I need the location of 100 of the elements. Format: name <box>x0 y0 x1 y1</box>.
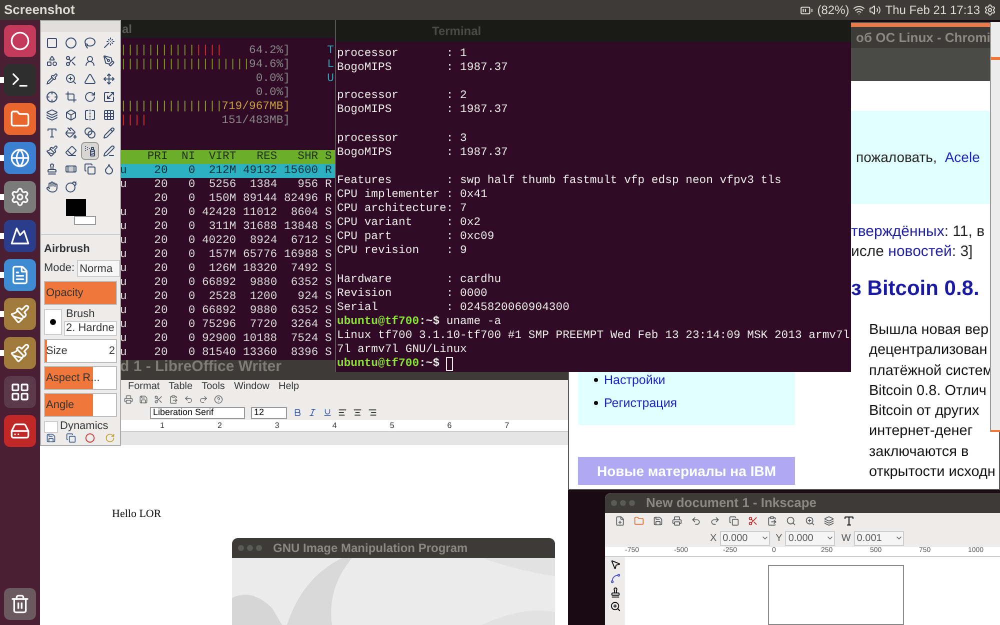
launcher-item[interactable] <box>4 25 36 57</box>
undo-icon[interactable] <box>184 394 193 404</box>
launcher-item[interactable] <box>4 64 36 96</box>
scissors-icon[interactable] <box>154 394 163 404</box>
process-row[interactable]: u 20 0 66892 9880 6352 S <box>120 276 336 290</box>
italic-icon[interactable] <box>308 408 317 417</box>
number-field[interactable]: 0.000 <box>785 530 836 546</box>
copy-icon[interactable] <box>729 516 739 526</box>
align-right-icon[interactable] <box>368 408 377 417</box>
process-row[interactable]: u 20 0 66892 9880 6352 S <box>120 304 336 318</box>
process-row[interactable]: u 20 0 2528 1200 924 S <box>120 290 336 304</box>
launcher-item[interactable] <box>4 259 36 291</box>
launcher-item[interactable] <box>4 103 36 135</box>
table-cell: u <box>120 165 127 177</box>
launcher-item[interactable] <box>4 181 36 213</box>
menu-item[interactable]: Window <box>234 379 270 394</box>
zoom-in-icon[interactable] <box>805 516 815 526</box>
column-header[interactable]: VIRT <box>195 150 236 164</box>
slider[interactable]: Opacity <box>44 281 117 305</box>
window-title: al <box>122 22 132 36</box>
menu-link[interactable]: Настройки <box>604 371 666 390</box>
print-icon[interactable] <box>124 394 133 404</box>
column-header[interactable]: SHR <box>277 150 318 164</box>
number-field[interactable]: 0.000 <box>720 530 770 546</box>
column-header[interactable]: RES <box>236 150 278 164</box>
type-icon[interactable] <box>843 514 855 527</box>
layers-icon[interactable] <box>824 516 834 526</box>
zoom-icon[interactable] <box>610 601 620 612</box>
table-cell: S <box>324 319 332 331</box>
launcher-item[interactable] <box>4 298 36 330</box>
stats-link[interactable]: тверждённых <box>851 223 944 240</box>
scissors-icon <box>65 55 78 68</box>
launcher-item[interactable] <box>4 337 36 369</box>
process-row[interactable]: u 20 0 157M 65776 16988 S <box>120 248 336 262</box>
slider[interactable]: Angle <box>44 393 117 417</box>
column-header[interactable]: NI <box>168 150 196 164</box>
eraser-icon <box>65 145 78 158</box>
new-file-icon[interactable] <box>615 516 625 526</box>
menu-item[interactable]: Table <box>168 379 193 394</box>
align-center-icon[interactable] <box>353 408 362 417</box>
underline-icon[interactable] <box>323 408 332 417</box>
copy-icon[interactable] <box>66 433 76 443</box>
column-header[interactable]: S <box>318 150 332 164</box>
redo-icon[interactable] <box>710 516 720 526</box>
triangle-icon <box>84 73 96 86</box>
launcher-item[interactable] <box>4 220 36 252</box>
stamp-icon[interactable] <box>610 587 620 598</box>
news-link[interactable]: новостей <box>888 243 952 260</box>
battery-icon[interactable] <box>800 4 814 16</box>
foreground-color-swatch[interactable] <box>66 199 86 216</box>
launcher-item[interactable] <box>4 415 36 447</box>
window-title: New document 1 - Inkscape <box>646 494 816 512</box>
process-row[interactable]: u 20 0 311M 31688 13848 S <box>120 220 336 234</box>
brush-preview[interactable] <box>44 309 62 335</box>
menu-item[interactable]: Help <box>278 379 300 394</box>
help-icon[interactable] <box>214 394 223 404</box>
process-row[interactable]: u 20 0 81540 13360 8396 S <box>120 346 336 360</box>
process-row[interactable]: u 20 0 40220 8924 6712 S <box>120 234 336 248</box>
font-size-dropdown[interactable]: 12 <box>251 406 287 418</box>
process-row[interactable]: u 20 0 75296 7720 3264 S <box>120 318 336 332</box>
print-icon[interactable] <box>672 516 682 526</box>
scissors-icon[interactable] <box>748 516 758 526</box>
volume-icon[interactable] <box>869 4 882 16</box>
paste-icon[interactable] <box>169 394 178 404</box>
pointer-icon[interactable] <box>610 559 620 570</box>
user-link[interactable]: Acele <box>944 147 980 168</box>
bold-icon[interactable] <box>293 408 302 417</box>
number-field[interactable]: 0.001 <box>854 530 904 546</box>
process-row[interactable]: u 20 0 126M 18320 7492 S <box>120 262 336 276</box>
process-row[interactable]: u 20 0 92900 10188 7524 S <box>120 332 336 346</box>
paste-icon[interactable] <box>767 516 777 526</box>
mode-dropdown[interactable]: Norma <box>76 260 120 277</box>
column-header[interactable]: PRI <box>126 150 168 164</box>
font-name-dropdown[interactable]: Liberation Serif <box>150 406 245 418</box>
tool-button[interactable] <box>80 142 100 160</box>
node-tool-icon[interactable] <box>610 573 620 584</box>
redo-icon[interactable] <box>199 394 208 404</box>
align-left-icon[interactable] <box>338 408 347 417</box>
launcher-item[interactable] <box>4 588 36 620</box>
menu-item[interactable]: Format <box>128 379 160 394</box>
undo-icon[interactable] <box>691 516 701 526</box>
process-row[interactable]: u 20 0 5256 1384 956 R <box>120 178 336 192</box>
table-cell: 82496 <box>284 193 318 205</box>
clock[interactable]: Thu Feb 21 17:13 <box>885 1 980 19</box>
zoom-icon[interactable] <box>786 516 796 526</box>
launcher-item[interactable] <box>4 142 36 174</box>
menu-link[interactable]: Регистрация <box>604 394 678 412</box>
brush-name-field[interactable]: 2. Hardne <box>64 321 117 336</box>
save-icon[interactable] <box>46 433 56 443</box>
save-icon[interactable] <box>653 516 663 526</box>
process-row[interactable]: 20 0 150M 89144 82496 R <box>120 192 336 206</box>
folder-icon[interactable] <box>634 516 644 526</box>
menu-item[interactable]: Tools <box>202 379 225 394</box>
paint-bucket-icon <box>65 127 78 140</box>
launcher-item[interactable] <box>4 376 36 408</box>
settings-icon[interactable] <box>984 4 996 16</box>
save-icon[interactable] <box>139 394 148 404</box>
process-row[interactable]: u 20 0 212M 49132 15600 R <box>120 164 336 178</box>
delete-icon[interactable] <box>85 433 96 443</box>
process-row[interactable]: u 20 0 42428 11012 8604 S <box>120 206 336 220</box>
